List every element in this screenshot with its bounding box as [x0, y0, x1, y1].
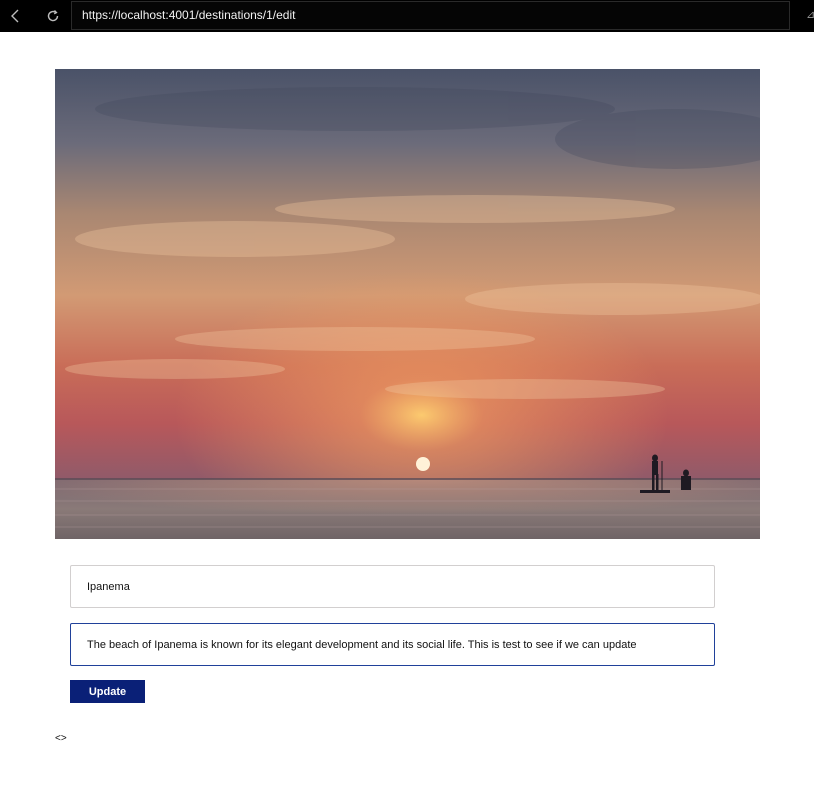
browser-toolbar: https://localhost:4001/destinations/1/ed… [0, 0, 814, 32]
reload-icon[interactable] [41, 4, 65, 28]
destination-image [55, 69, 760, 539]
extensions-icon[interactable]: ⊿ [806, 8, 814, 24]
update-button[interactable]: Update [70, 680, 145, 703]
address-bar[interactable]: https://localhost:4001/destinations/1/ed… [71, 1, 790, 30]
code-glyph: <> [55, 733, 67, 744]
back-icon[interactable] [4, 4, 28, 28]
title-input[interactable]: Ipanema [70, 565, 715, 608]
description-input[interactable]: The beach of Ipanema is known for its el… [70, 623, 715, 666]
